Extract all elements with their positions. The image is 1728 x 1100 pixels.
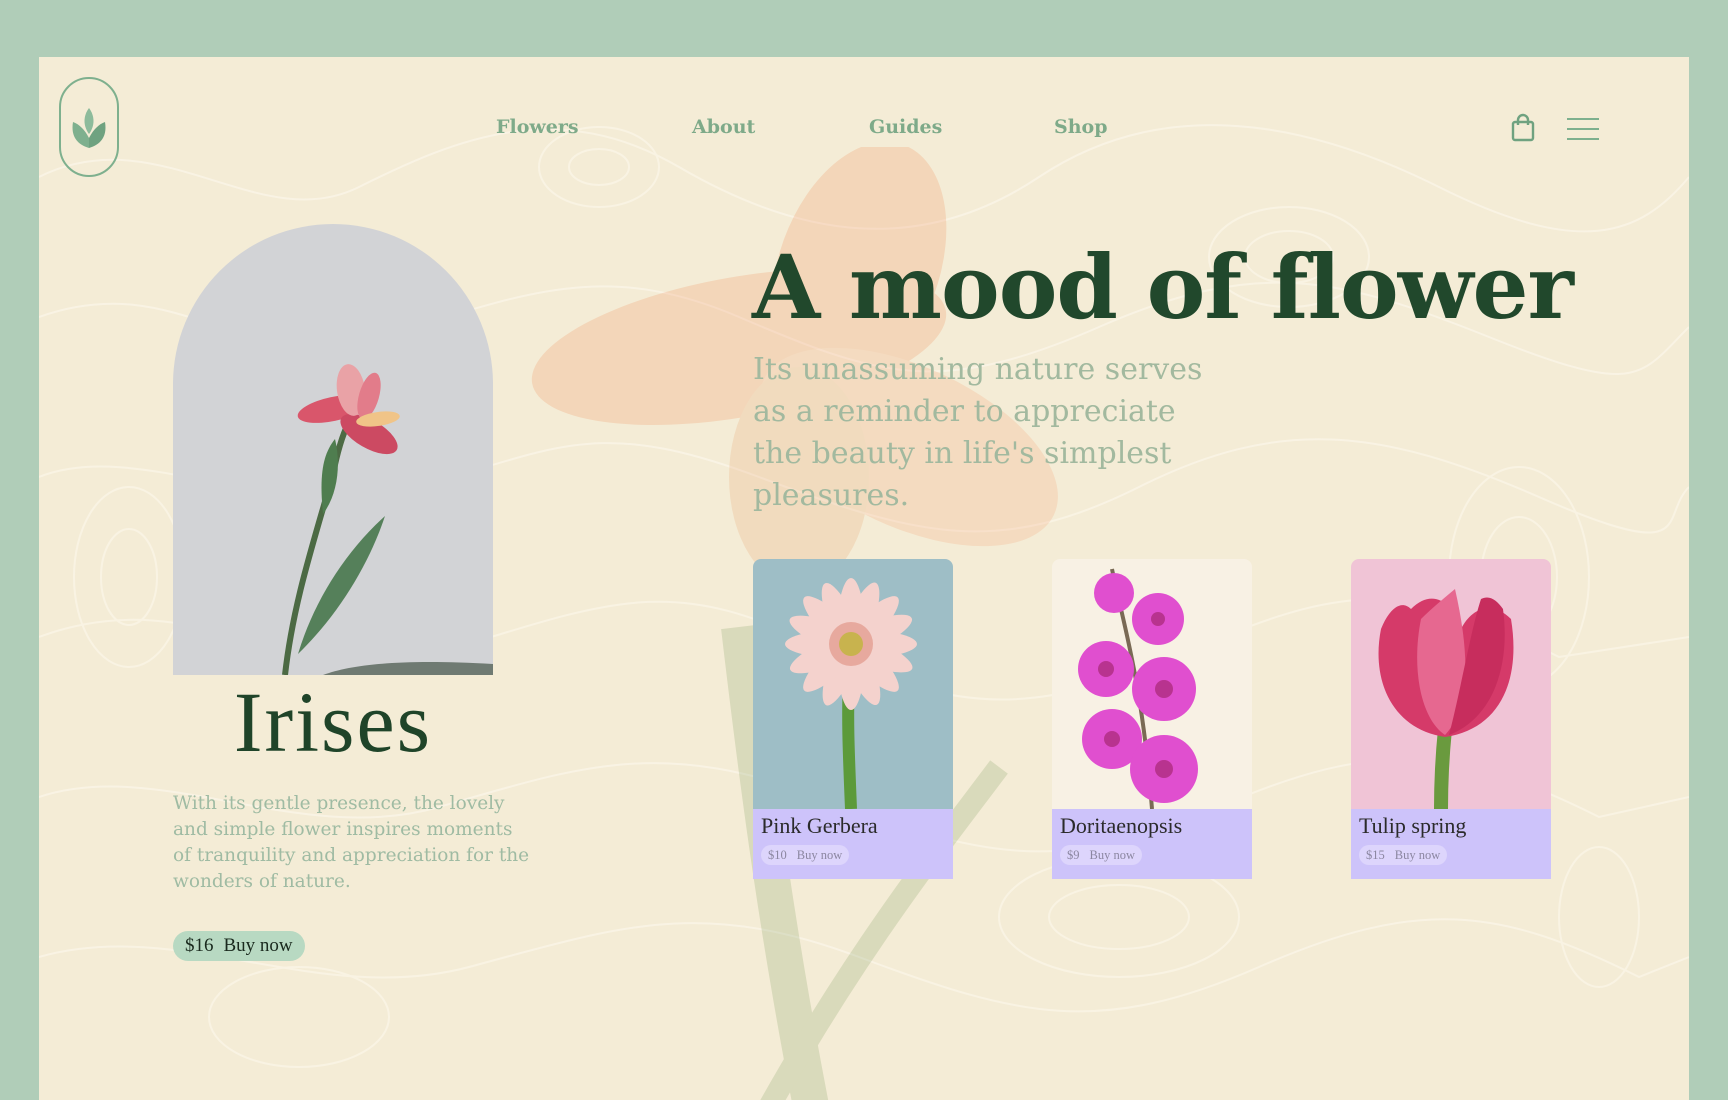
featured-price: $16: [185, 935, 214, 956]
nav-guides[interactable]: Guides: [869, 116, 942, 138]
hero-subtitle: Its unassuming nature serves as a remind…: [753, 352, 1203, 513]
product-price: $15: [1366, 847, 1385, 862]
product-name: Pink Gerbera: [761, 813, 878, 838]
product-name: Doritaenopsis: [1060, 813, 1183, 838]
product-info: Doritaenopsis $9 Buy now: [1052, 809, 1252, 879]
cart-button[interactable]: [1509, 113, 1537, 143]
product-buy-label: Buy now: [1394, 847, 1441, 862]
featured-flower-description: With its gentle presence, the lovely and…: [173, 793, 530, 892]
nav-about[interactable]: About: [692, 116, 755, 138]
shopping-bag-icon: [1511, 113, 1535, 142]
iris-photo: [282, 364, 493, 675]
product-buy-button[interactable]: $9 Buy now: [1060, 845, 1142, 865]
product-info: Pink Gerbera $10 Buy now: [753, 809, 953, 879]
nav-flowers[interactable]: Flowers: [496, 116, 579, 138]
product-name: Tulip spring: [1359, 813, 1467, 838]
product-price: $9: [1067, 847, 1080, 862]
product-card-doritaenopsis[interactable]: Doritaenopsis $9 Buy now: [1052, 559, 1252, 879]
product-card-tulip-spring[interactable]: Tulip spring $15 Buy now: [1351, 559, 1551, 879]
product-info: Tulip spring $15 Buy now: [1351, 809, 1551, 879]
product-card-pink-gerbera[interactable]: Pink Gerbera $10 Buy now: [753, 559, 953, 879]
product-price: $10: [768, 847, 787, 862]
featured-flower-image: [173, 224, 493, 675]
tulip-spring-photo: [1351, 559, 1551, 809]
hamburger-menu-icon: [1567, 118, 1599, 140]
main-nav: Flowers About Guides Shop: [39, 116, 1689, 146]
product-buy-button[interactable]: $15 Buy now: [1359, 845, 1448, 865]
featured-flower-name: Irises: [233, 674, 433, 770]
pink-gerbera-photo: [753, 559, 953, 809]
doritaenopsis-photo: [1052, 559, 1252, 809]
product-buy-label: Buy now: [796, 847, 843, 862]
hero-title: A mood of flower: [752, 235, 1574, 339]
product-buy-label: Buy now: [1089, 847, 1136, 862]
nav-shop[interactable]: Shop: [1054, 116, 1108, 138]
featured-buy-label: Buy now: [223, 935, 293, 956]
menu-button[interactable]: [1565, 115, 1601, 143]
featured-buy-button[interactable]: $16 Buy now: [173, 931, 305, 961]
page-frame: Flowers About Guides Shop Irises With it…: [39, 57, 1689, 1100]
product-buy-button[interactable]: $10 Buy now: [761, 845, 850, 865]
